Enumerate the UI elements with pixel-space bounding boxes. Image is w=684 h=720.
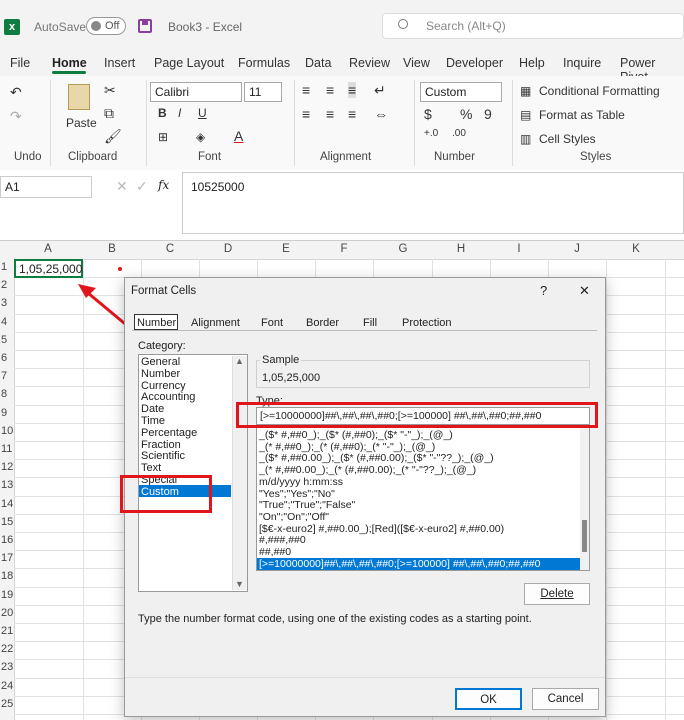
type-item[interactable]: ##,##0 (259, 546, 291, 558)
footer-divider (125, 677, 605, 678)
category-label: Category: (138, 340, 186, 352)
category-item[interactable]: Accounting (141, 391, 195, 403)
type-item[interactable]: m/d/yyyy h:mm:ss (259, 476, 343, 488)
category-item[interactable]: Text (141, 462, 161, 474)
type-item[interactable]: _($* #,##0.00_);_($* (#,##0.00);_($* "-"… (259, 452, 494, 464)
type-item[interactable]: "True";"True";"False" (259, 499, 355, 511)
help-button[interactable]: ? (540, 283, 547, 298)
type-item[interactable]: _(* #,##0.00_);_(* (#,##0.00);_(* "-"??_… (259, 464, 476, 476)
dialog-title: Format Cells (131, 285, 197, 297)
category-item[interactable]: Date (141, 403, 164, 415)
type-item[interactable]: "On";"On";"Off" (259, 511, 329, 523)
type-item[interactable]: _(* #,##0_);_(* (#,##0);_(* "-"_);_(@_) (259, 441, 435, 453)
category-item[interactable]: Fraction (141, 439, 181, 451)
type-item[interactable]: "Yes";"Yes";"No" (259, 488, 335, 500)
type-item[interactable]: [>=10000000]##\,##\,##\,##0;[>=100000] #… (259, 558, 540, 570)
type-item[interactable]: _($* #,##0_);_($* (#,##0);_($* "-"_);_(@… (259, 429, 453, 441)
category-item[interactable]: Currency (141, 380, 186, 392)
sample-label: Sample (260, 354, 302, 366)
type-item[interactable]: #,###,##0 (259, 534, 306, 546)
category-item[interactable]: Scientific (141, 450, 185, 462)
category-item[interactable]: Time (141, 415, 165, 427)
scroll-down-icon[interactable]: ▼ (235, 579, 244, 589)
tab-protection[interactable]: Protection (402, 317, 452, 329)
type-item[interactable]: [$€-x-euro2] #,##0.00_);[Red]([$€-x-euro… (259, 523, 504, 535)
type-scroll-thumb[interactable] (582, 520, 587, 552)
scroll-up-icon[interactable]: ▲ (235, 356, 244, 366)
tab-alignment[interactable]: Alignment (191, 317, 240, 329)
tab-number[interactable]: Number (137, 317, 176, 329)
category-scrollbar[interactable] (232, 356, 247, 590)
cancel-button[interactable]: Cancel (532, 688, 599, 710)
highlight-custom-category (120, 475, 212, 513)
hint-text: Type the number format code, using one o… (138, 613, 532, 625)
tab-font[interactable]: Font (261, 317, 283, 329)
category-item[interactable]: Number (141, 368, 180, 380)
delete-label: Delete (540, 588, 574, 600)
delete-button[interactable]: Delete (524, 583, 590, 605)
category-item[interactable]: General (141, 356, 180, 368)
tab-border[interactable]: Border (306, 317, 339, 329)
highlight-type-input (236, 402, 598, 428)
ok-button[interactable]: OK (455, 688, 522, 710)
sample-value: 1,05,25,000 (262, 372, 321, 384)
tab-strip-line (132, 330, 597, 331)
category-item[interactable]: Percentage (141, 427, 197, 439)
close-icon[interactable]: ✕ (579, 283, 590, 299)
tab-fill[interactable]: Fill (363, 317, 377, 329)
